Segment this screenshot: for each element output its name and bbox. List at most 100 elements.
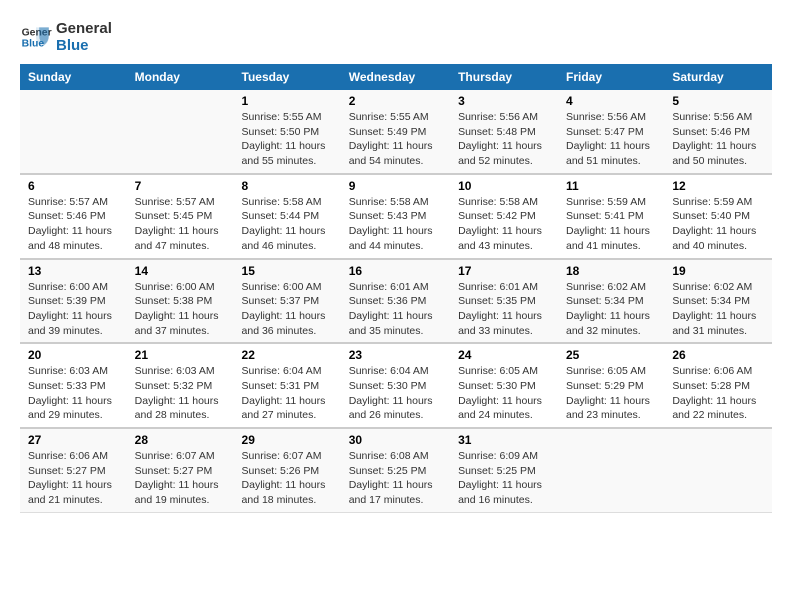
day-info: Sunrise: 6:03 AMSunset: 5:33 PMDaylight:… bbox=[28, 364, 119, 423]
calendar-cell: 22 Sunrise: 6:04 AMSunset: 5:31 PMDayligh… bbox=[234, 343, 341, 428]
day-info: Sunrise: 6:06 AMSunset: 5:28 PMDaylight:… bbox=[672, 364, 764, 423]
day-number: 12 bbox=[672, 179, 764, 193]
day-info: Sunrise: 6:07 AMSunset: 5:27 PMDaylight:… bbox=[135, 449, 226, 508]
day-info: Sunrise: 6:09 AMSunset: 5:25 PMDaylight:… bbox=[458, 449, 550, 508]
header-day-saturday: Saturday bbox=[664, 64, 772, 90]
day-number: 1 bbox=[242, 94, 333, 108]
day-info: Sunrise: 6:00 AMSunset: 5:37 PMDaylight:… bbox=[242, 280, 333, 339]
calendar-cell: 27 Sunrise: 6:06 AMSunset: 5:27 PMDayligh… bbox=[20, 428, 127, 512]
calendar-cell: 3Sunrise: 5:56 AMSunset: 5:48 PMDaylight… bbox=[450, 90, 558, 174]
calendar-cell: 18 Sunrise: 6:02 AMSunset: 5:34 PMDayligh… bbox=[558, 259, 664, 344]
calendar-cell: 20 Sunrise: 6:03 AMSunset: 5:33 PMDayligh… bbox=[20, 343, 127, 428]
day-info: Sunrise: 6:06 AMSunset: 5:27 PMDaylight:… bbox=[28, 449, 119, 508]
day-number: 22 bbox=[242, 348, 333, 362]
calendar-cell: 11Sunrise: 5:59 AMSunset: 5:41 PMDayligh… bbox=[558, 174, 664, 259]
logo: General Blue GeneralBlue bbox=[20, 20, 112, 54]
day-info: Sunrise: 5:58 AMSunset: 5:43 PMDaylight:… bbox=[349, 195, 442, 254]
day-number: 30 bbox=[349, 433, 442, 447]
calendar-cell: 15 Sunrise: 6:00 AMSunset: 5:37 PMDayligh… bbox=[234, 259, 341, 344]
day-info: Sunrise: 6:04 AMSunset: 5:30 PMDaylight:… bbox=[349, 364, 442, 423]
calendar-cell: 13Sunrise: 6:00 AMSunset: 5:39 PMDayligh… bbox=[20, 259, 127, 344]
header-day-thursday: Thursday bbox=[450, 64, 558, 90]
logo-name: GeneralBlue bbox=[56, 20, 112, 54]
day-number: 17 bbox=[458, 264, 550, 278]
week-row-4: 20 Sunrise: 6:03 AMSunset: 5:33 PMDayligh… bbox=[20, 343, 772, 428]
header-row: SundayMondayTuesdayWednesdayThursdayFrid… bbox=[20, 64, 772, 90]
day-info: Sunrise: 5:55 AMSunset: 5:50 PMDaylight:… bbox=[242, 110, 333, 169]
day-info: Sunrise: 5:57 AMSunset: 5:45 PMDaylight:… bbox=[135, 195, 226, 254]
day-number: 14 bbox=[135, 264, 226, 278]
calendar-cell: 5 Sunrise: 5:56 AMSunset: 5:46 PMDaylight… bbox=[664, 90, 772, 174]
day-number: 4 bbox=[566, 94, 656, 108]
header-day-friday: Friday bbox=[558, 64, 664, 90]
calendar-cell: 23 Sunrise: 6:04 AMSunset: 5:30 PMDayligh… bbox=[341, 343, 450, 428]
day-info: Sunrise: 6:07 AMSunset: 5:26 PMDaylight:… bbox=[242, 449, 333, 508]
calendar-cell: 4 Sunrise: 5:56 AMSunset: 5:47 PMDaylight… bbox=[558, 90, 664, 174]
day-number: 21 bbox=[135, 348, 226, 362]
day-number: 29 bbox=[242, 433, 333, 447]
calendar-cell: 16Sunrise: 6:01 AMSunset: 5:36 PMDayligh… bbox=[341, 259, 450, 344]
calendar-cell bbox=[20, 90, 127, 174]
day-number: 16 bbox=[349, 264, 442, 278]
week-row-3: 13Sunrise: 6:00 AMSunset: 5:39 PMDayligh… bbox=[20, 259, 772, 344]
day-number: 28 bbox=[135, 433, 226, 447]
day-info: Sunrise: 6:08 AMSunset: 5:25 PMDaylight:… bbox=[349, 449, 442, 508]
day-number: 25 bbox=[566, 348, 656, 362]
header-day-wednesday: Wednesday bbox=[341, 64, 450, 90]
calendar-cell bbox=[664, 428, 772, 512]
day-info: Sunrise: 6:03 AMSunset: 5:32 PMDaylight:… bbox=[135, 364, 226, 423]
day-number: 9 bbox=[349, 179, 442, 193]
day-number: 26 bbox=[672, 348, 764, 362]
calendar-cell: 9 Sunrise: 5:58 AMSunset: 5:43 PMDaylight… bbox=[341, 174, 450, 259]
header-day-tuesday: Tuesday bbox=[234, 64, 341, 90]
calendar-cell: 19 Sunrise: 6:02 AMSunset: 5:34 PMDayligh… bbox=[664, 259, 772, 344]
day-number: 7 bbox=[135, 179, 226, 193]
logo-icon: General Blue bbox=[20, 21, 52, 53]
day-number: 19 bbox=[672, 264, 764, 278]
calendar-cell: 29 Sunrise: 6:07 AMSunset: 5:26 PMDayligh… bbox=[234, 428, 341, 512]
day-number: 20 bbox=[28, 348, 119, 362]
calendar-cell: 30 Sunrise: 6:08 AMSunset: 5:25 PMDayligh… bbox=[341, 428, 450, 512]
day-info: Sunrise: 5:56 AMSunset: 5:46 PMDaylight:… bbox=[672, 110, 764, 169]
day-number: 31 bbox=[458, 433, 550, 447]
day-info: Sunrise: 6:02 AMSunset: 5:34 PMDaylight:… bbox=[566, 280, 656, 339]
calendar-cell: 6 Sunrise: 5:57 AMSunset: 5:46 PMDaylight… bbox=[20, 174, 127, 259]
day-number: 6 bbox=[28, 179, 119, 193]
week-row-5: 27 Sunrise: 6:06 AMSunset: 5:27 PMDayligh… bbox=[20, 428, 772, 512]
day-number: 27 bbox=[28, 433, 119, 447]
day-number: 3 bbox=[458, 94, 550, 108]
day-info: Sunrise: 5:59 AMSunset: 5:41 PMDaylight:… bbox=[566, 195, 656, 254]
calendar-cell: 12 Sunrise: 5:59 AMSunset: 5:40 PMDayligh… bbox=[664, 174, 772, 259]
day-info: Sunrise: 5:59 AMSunset: 5:40 PMDaylight:… bbox=[672, 195, 764, 254]
calendar-cell: 8Sunrise: 5:58 AMSunset: 5:44 PMDaylight… bbox=[234, 174, 341, 259]
day-info: Sunrise: 6:04 AMSunset: 5:31 PMDaylight:… bbox=[242, 364, 333, 423]
day-number: 8 bbox=[242, 179, 333, 193]
calendar-cell: 24 Sunrise: 6:05 AMSunset: 5:30 PMDayligh… bbox=[450, 343, 558, 428]
header-day-monday: Monday bbox=[127, 64, 234, 90]
day-number: 18 bbox=[566, 264, 656, 278]
day-info: Sunrise: 6:01 AMSunset: 5:35 PMDaylight:… bbox=[458, 280, 550, 339]
calendar-cell bbox=[558, 428, 664, 512]
day-number: 24 bbox=[458, 348, 550, 362]
day-number: 10 bbox=[458, 179, 550, 193]
day-number: 2 bbox=[349, 94, 442, 108]
calendar-cell: 10 Sunrise: 5:58 AMSunset: 5:42 PMDayligh… bbox=[450, 174, 558, 259]
calendar-cell: 26 Sunrise: 6:06 AMSunset: 5:28 PMDayligh… bbox=[664, 343, 772, 428]
day-number: 15 bbox=[242, 264, 333, 278]
day-info: Sunrise: 5:56 AMSunset: 5:47 PMDaylight:… bbox=[566, 110, 656, 169]
day-info: Sunrise: 6:02 AMSunset: 5:34 PMDaylight:… bbox=[672, 280, 764, 339]
week-row-1: 1 Sunrise: 5:55 AMSunset: 5:50 PMDaylight… bbox=[20, 90, 772, 174]
calendar-cell: 14 Sunrise: 6:00 AMSunset: 5:38 PMDayligh… bbox=[127, 259, 234, 344]
day-info: Sunrise: 5:58 AMSunset: 5:42 PMDaylight:… bbox=[458, 195, 550, 254]
day-number: 23 bbox=[349, 348, 442, 362]
day-info: Sunrise: 5:57 AMSunset: 5:46 PMDaylight:… bbox=[28, 195, 119, 254]
header-day-sunday: Sunday bbox=[20, 64, 127, 90]
day-info: Sunrise: 6:00 AMSunset: 5:38 PMDaylight:… bbox=[135, 280, 226, 339]
day-info: Sunrise: 6:05 AMSunset: 5:30 PMDaylight:… bbox=[458, 364, 550, 423]
calendar-cell bbox=[127, 90, 234, 174]
day-info: Sunrise: 6:05 AMSunset: 5:29 PMDaylight:… bbox=[566, 364, 656, 423]
calendar-cell: 25 Sunrise: 6:05 AMSunset: 5:29 PMDayligh… bbox=[558, 343, 664, 428]
calendar-cell: 31 Sunrise: 6:09 AMSunset: 5:25 PMDayligh… bbox=[450, 428, 558, 512]
calendar-table: SundayMondayTuesdayWednesdayThursdayFrid… bbox=[20, 64, 772, 513]
day-number: 5 bbox=[672, 94, 764, 108]
